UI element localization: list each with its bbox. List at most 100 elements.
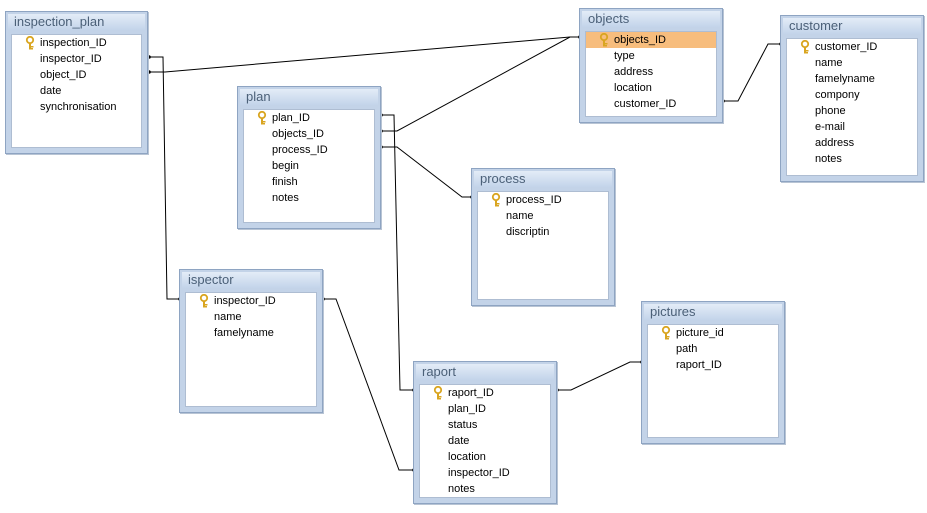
field-location[interactable]: location	[420, 449, 550, 465]
primary-key-icon	[25, 35, 35, 50]
field-label: address	[815, 137, 855, 149]
table-process[interactable]: process process_IDname discriptin	[471, 168, 615, 306]
field-famelyname[interactable]: famelyname	[787, 71, 917, 87]
field-status[interactable]: status	[420, 417, 550, 433]
field-label: synchronisation	[40, 101, 117, 113]
field-label: raport_ID	[448, 387, 494, 399]
field-inspector-id[interactable]: inspector_ID	[186, 293, 316, 309]
field-label: famelyname	[815, 73, 875, 85]
field-objects-id[interactable]: objects_ID	[244, 126, 374, 142]
field-label: begin	[272, 160, 299, 172]
primary-key-icon	[599, 32, 609, 47]
field-location[interactable]: location	[586, 80, 716, 96]
field-inspector-id[interactable]: inspector_ID	[12, 51, 141, 67]
field-customer-id[interactable]: customer_ID	[787, 39, 917, 55]
table-title[interactable]: customer	[783, 18, 921, 34]
primary-key-icon	[661, 325, 671, 340]
field-label: inspector_ID	[214, 295, 276, 307]
field-compony[interactable]: compony	[787, 87, 917, 103]
primary-key-icon	[199, 293, 209, 308]
table-title[interactable]: inspection_plan	[8, 14, 145, 30]
field-finish[interactable]: finish	[244, 174, 374, 190]
table-ispector[interactable]: ispector inspector_IDname famelyname	[179, 269, 323, 413]
field-objects-id[interactable]: objects_ID	[586, 32, 716, 48]
field-synchronisation[interactable]: synchronisation	[12, 99, 141, 115]
field-e-mail[interactable]: e-mail	[787, 119, 917, 135]
field-inspection-id[interactable]: inspection_ID	[12, 35, 141, 51]
field-label: date	[448, 435, 470, 447]
primary-key-icon	[800, 39, 810, 54]
field-address[interactable]: address	[787, 135, 917, 151]
table-title[interactable]: process	[474, 171, 612, 187]
field-famelyname[interactable]: famelyname	[186, 325, 316, 341]
field-picture-id[interactable]: picture_id	[648, 325, 778, 341]
field-label: objects_ID	[272, 128, 324, 140]
field-label: name	[506, 210, 534, 222]
field-label: status	[448, 419, 478, 431]
field-notes[interactable]: notes	[420, 481, 550, 497]
field-label: plan_ID	[272, 112, 310, 124]
field-label: name	[815, 57, 843, 69]
field-name[interactable]: name	[186, 309, 316, 325]
field-label: location	[614, 82, 652, 94]
field-label: object_ID	[40, 69, 87, 81]
table-raport[interactable]: raport raport_ID plan_IDstatus date locatio…	[413, 361, 557, 504]
field-label: address	[614, 66, 654, 78]
field-label: date	[40, 85, 62, 97]
field-label: process_ID	[506, 194, 562, 206]
table-inspection-plan[interactable]: inspection_plan inspection_ID inspector_I…	[5, 11, 148, 154]
field-list: picture_id path raport_ID	[647, 324, 779, 438]
field-label: inspector_ID	[40, 53, 102, 65]
field-raport-id[interactable]: raport_ID	[648, 357, 778, 373]
field-raport-id[interactable]: raport_ID	[420, 385, 550, 401]
field-date[interactable]: date	[12, 83, 141, 99]
relationship-line[interactable]	[723, 43, 781, 102]
field-discriptin[interactable]: discriptin	[478, 224, 608, 240]
field-label: inspector_ID	[448, 467, 510, 479]
field-label: type	[614, 50, 635, 62]
relationship-line[interactable]	[557, 361, 642, 391]
field-phone[interactable]: phone	[787, 103, 917, 119]
field-inspector-id[interactable]: inspector_ID	[420, 465, 550, 481]
field-object-id[interactable]: object_ID	[12, 67, 141, 83]
field-plan-id[interactable]: plan_ID	[244, 110, 374, 126]
field-notes[interactable]: notes	[244, 190, 374, 206]
field-address[interactable]: address	[586, 64, 716, 80]
field-date[interactable]: date	[420, 433, 550, 449]
field-list: plan_ID objects_ID process_IDbegin finish no…	[243, 109, 375, 223]
field-label: discriptin	[506, 226, 550, 238]
field-label: objects_ID	[614, 34, 666, 46]
table-pictures[interactable]: pictures picture_id path raport_ID	[641, 301, 785, 444]
table-plan[interactable]: plan plan_ID objects_ID process_IDbegin fin…	[237, 86, 381, 229]
table-title[interactable]: pictures	[644, 304, 782, 320]
field-notes[interactable]: notes	[787, 151, 917, 167]
field-label: customer_ID	[614, 98, 677, 110]
table-title[interactable]: objects	[582, 11, 720, 27]
table-objects[interactable]: objects objects_IDtype address location cus…	[579, 8, 723, 123]
field-label: notes	[272, 192, 299, 204]
table-customer[interactable]: customer customer_IDname famelyname compon…	[780, 15, 924, 182]
field-label: notes	[448, 483, 475, 495]
field-list: objects_IDtype address location customer_ID	[585, 31, 717, 117]
field-name[interactable]: name	[478, 208, 608, 224]
field-name[interactable]: name	[787, 55, 917, 71]
field-customer-id[interactable]: customer_ID	[586, 96, 716, 112]
primary-key-icon	[257, 110, 267, 125]
table-title[interactable]: plan	[240, 89, 378, 105]
field-list: inspector_IDname famelyname	[185, 292, 317, 407]
field-label: e-mail	[815, 121, 845, 133]
field-begin[interactable]: begin	[244, 158, 374, 174]
relationship-line[interactable]	[149, 56, 180, 300]
table-title[interactable]: ispector	[182, 272, 320, 288]
table-title[interactable]: raport	[416, 364, 554, 380]
field-label: compony	[815, 89, 860, 101]
field-type[interactable]: type	[586, 48, 716, 64]
field-list: raport_ID plan_IDstatus date location inspec…	[419, 384, 551, 498]
field-process-id[interactable]: process_ID	[478, 192, 608, 208]
field-list: inspection_ID inspector_ID object_IDdate sy…	[11, 34, 142, 148]
field-plan-id[interactable]: plan_ID	[420, 401, 550, 417]
field-label: notes	[815, 153, 842, 165]
field-process-id[interactable]: process_ID	[244, 142, 374, 158]
field-path[interactable]: path	[648, 341, 778, 357]
field-label: name	[214, 311, 242, 323]
